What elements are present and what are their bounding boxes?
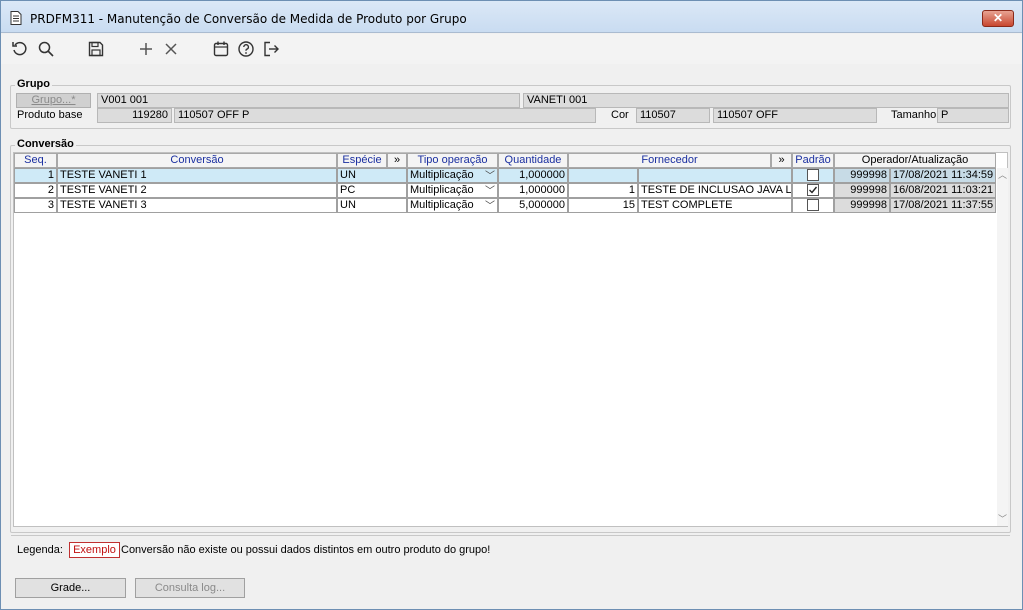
cell-fornecedor-name[interactable]: TEST COMPLETE [638, 198, 792, 213]
delete-icon[interactable] [162, 40, 180, 58]
add-icon[interactable] [137, 40, 155, 58]
padrao-checkbox[interactable] [807, 199, 819, 211]
cell-fornecedor-code[interactable]: 1 [568, 183, 638, 198]
cell-seq[interactable]: 1 [14, 168, 57, 183]
cell-fornecedor-name[interactable] [638, 168, 792, 183]
app-window: PRDFM311 - Manutenção de Conversão de Me… [0, 0, 1023, 610]
produto-base-label: Produto base [17, 109, 83, 121]
title-bar: PRDFM311 - Manutenção de Conversão de Me… [1, 1, 1022, 33]
chevron-down-icon[interactable]: ﹀ [485, 200, 495, 212]
cell-tipo-operacao[interactable]: Multiplicação ﹀ [407, 183, 498, 198]
cell-fornecedor-name[interactable]: TESTE DE INCLUSAO JAVA LEO [638, 183, 792, 198]
cell-quantidade[interactable]: 5,000000 [498, 198, 568, 213]
chevron-down-icon[interactable]: ﹀ [997, 514, 1008, 524]
calendar-icon[interactable] [212, 40, 230, 58]
header-quantidade[interactable]: Quantidade [498, 153, 568, 168]
cor-label: Cor [611, 109, 629, 121]
cell-padrao [792, 168, 834, 183]
cor-code-field[interactable]: 110507 [636, 108, 710, 123]
cell-atualizacao: 17/08/2021 11:34:59 [890, 168, 996, 183]
grade-button[interactable]: Grade... [15, 578, 126, 598]
legend-bar: Legenda: Exemplo Conversão não existe ou… [11, 535, 1010, 563]
conversao-table: Seq. Conversão Espécie » Tipo operação Q… [13, 152, 1008, 527]
cell-fornecedor-code[interactable] [568, 168, 638, 183]
produto-code-field[interactable]: 119280 [97, 108, 172, 123]
cell-conversao[interactable]: TESTE VANETI 2 [57, 183, 337, 198]
header-seq[interactable]: Seq. [14, 153, 57, 168]
grupo-name-field[interactable]: VANETI 001 [523, 93, 1009, 108]
tipo-value: Multiplicação [410, 184, 474, 196]
padrao-checkbox[interactable] [807, 184, 819, 196]
legenda-text: Conversão não existe ou possui dados dis… [121, 544, 491, 556]
search-icon[interactable] [37, 40, 55, 58]
check-icon [809, 186, 818, 194]
cell-especie[interactable]: PC [337, 183, 407, 198]
chevron-down-icon[interactable]: ﹀ [485, 170, 495, 182]
cell-tipo-operacao[interactable]: Multiplicação ﹀ [407, 198, 498, 213]
cell-especie[interactable]: UN [337, 168, 407, 183]
close-button[interactable]: ✕ [982, 10, 1014, 27]
vertical-scrollbar[interactable]: ︿ ﹀ [997, 168, 1008, 526]
cell-fornecedor-code[interactable]: 15 [568, 198, 638, 213]
help-icon[interactable] [237, 40, 255, 58]
refresh-icon[interactable] [11, 40, 29, 58]
tipo-value: Multiplicação [410, 169, 474, 181]
cell-operador: 999998 [834, 168, 890, 183]
produto-desc-field[interactable]: 110507 OFF P [174, 108, 596, 123]
header-tipo-operacao[interactable]: Tipo operação [407, 153, 498, 168]
cell-operador: 999998 [834, 198, 890, 213]
cell-padrao [792, 198, 834, 213]
header-fornecedor-more[interactable]: » [771, 153, 792, 168]
cell-tipo-operacao[interactable]: Multiplicação ﹀ [407, 168, 498, 183]
cell-conversao[interactable]: TESTE VANETI 3 [57, 198, 337, 213]
header-conversao[interactable]: Conversão [57, 153, 337, 168]
document-icon [10, 11, 22, 25]
cell-conversao[interactable]: TESTE VANETI 1 [57, 168, 337, 183]
header-fornecedor[interactable]: Fornecedor [568, 153, 771, 168]
cell-seq[interactable]: 3 [14, 198, 57, 213]
chevron-down-icon[interactable]: ﹀ [485, 185, 495, 197]
toolbar [1, 34, 1022, 64]
cell-quantidade[interactable]: 1,000000 [498, 168, 568, 183]
tipo-value: Multiplicação [410, 199, 474, 211]
conversao-legend: Conversão [15, 138, 76, 150]
chevron-up-icon[interactable]: ︿ [997, 170, 1008, 180]
exit-icon[interactable] [262, 40, 280, 58]
save-icon[interactable] [87, 40, 105, 58]
cell-operador: 999998 [834, 183, 890, 198]
cell-especie[interactable]: UN [337, 198, 407, 213]
consulta-log-button[interactable]: Consulta log... [135, 578, 245, 598]
cell-atualizacao: 17/08/2021 11:37:55 [890, 198, 996, 213]
header-especie-more[interactable]: » [387, 153, 407, 168]
window-title: PRDFM311 - Manutenção de Conversão de Me… [30, 12, 467, 26]
legenda-label: Legenda: [17, 544, 63, 556]
tamanho-label: Tamanho [891, 109, 937, 121]
tamanho-field[interactable]: P [937, 108, 1009, 123]
cell-seq[interactable]: 2 [14, 183, 57, 198]
grupo-code-field[interactable]: V001 001 [97, 93, 520, 108]
header-operador[interactable]: Operador/Atualização [834, 153, 996, 168]
legenda-sample: Exemplo [69, 542, 120, 558]
cell-quantidade[interactable]: 1,000000 [498, 183, 568, 198]
padrao-checkbox[interactable] [807, 169, 819, 181]
grupo-legend: Grupo [15, 78, 52, 90]
cell-padrao [792, 183, 834, 198]
cor-desc-field[interactable]: 110507 OFF [713, 108, 877, 123]
header-padrao[interactable]: Padrão [792, 153, 834, 168]
cell-atualizacao: 16/08/2021 11:03:21 [890, 183, 996, 198]
grupo-button[interactable]: Grupo...* [16, 93, 91, 108]
header-especie[interactable]: Espécie [337, 153, 387, 168]
